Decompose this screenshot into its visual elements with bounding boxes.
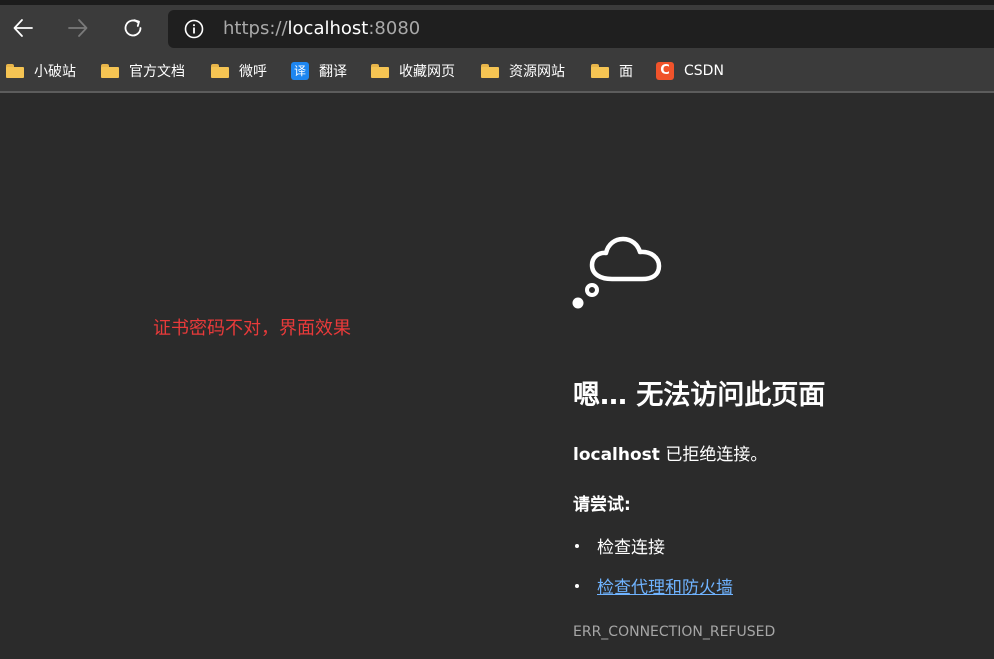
bookmark-label: 资源网站	[509, 64, 565, 80]
error-code: ERR_CONNECTION_REFUSED	[573, 624, 776, 640]
csdn-icon: C	[655, 62, 675, 80]
try-heading: 请尝试:	[573, 495, 631, 515]
error-host: localhost	[573, 445, 660, 465]
refresh-button[interactable]	[118, 13, 148, 43]
folder-icon	[590, 62, 610, 80]
bookmark-label: 官方文档	[129, 64, 185, 80]
url-host: localhost	[287, 18, 369, 39]
folder-icon	[5, 62, 25, 80]
bookmark-label: 小破站	[34, 64, 76, 80]
bookmark-csdn[interactable]: C CSDN	[655, 60, 724, 82]
bookmark-label: CSDN	[684, 63, 724, 79]
error-title: 嗯… 无法访问此页面	[573, 380, 826, 411]
bookmark-label: 收藏网页	[399, 64, 455, 80]
bullet-icon	[575, 543, 579, 548]
browser-toolbar: https://localhost:8080	[0, 5, 994, 51]
thought-cloud-icon	[570, 215, 670, 315]
error-description-suffix: 已拒绝连接。	[659, 445, 768, 465]
bookmark-translate[interactable]: 译 翻译	[290, 60, 347, 82]
folder-icon	[480, 62, 500, 80]
bookmark-resources[interactable]: 资源网站	[480, 60, 565, 82]
error-description: localhost 已拒绝连接。	[573, 440, 767, 465]
suggestion-text: 检查连接	[597, 538, 665, 558]
bookmark-label: 面	[619, 64, 633, 80]
url-text[interactable]: https://localhost:8080	[223, 19, 420, 39]
bookmarks-divider	[0, 91, 994, 93]
url-scheme: https://	[223, 18, 288, 39]
bullet-icon	[575, 583, 579, 588]
back-button[interactable]	[8, 13, 38, 43]
translate-icon: 译	[290, 62, 310, 80]
info-icon	[184, 19, 204, 39]
folder-icon	[100, 62, 120, 80]
check-proxy-link[interactable]: 检查代理和防火墙	[597, 573, 733, 598]
refresh-icon	[124, 19, 142, 37]
site-info-button[interactable]	[184, 19, 204, 39]
folder-icon	[370, 62, 390, 80]
forward-button[interactable]	[63, 13, 93, 43]
arrow-left-icon	[13, 19, 33, 37]
bookmark-label: 微呼	[239, 64, 267, 80]
bookmarks-bar: 小破站 官方文档 微呼 译 翻译 收藏网页 资源网站 面 C CSDN	[0, 51, 994, 91]
address-bar[interactable]: https://localhost:8080	[168, 10, 994, 48]
bookmark-mian[interactable]: 面	[590, 60, 633, 82]
bookmark-weihu[interactable]: 微呼	[210, 60, 267, 82]
arrow-right-icon	[68, 19, 88, 37]
bookmark-official-docs[interactable]: 官方文档	[100, 60, 185, 82]
suggestion-check-connection: 检查连接	[573, 533, 665, 558]
folder-icon	[210, 62, 230, 80]
bookmark-favorites[interactable]: 收藏网页	[370, 60, 455, 82]
url-port: :8080	[368, 18, 421, 39]
annotation-text: 证书密码不对，界面效果	[153, 318, 351, 339]
bookmark-xiaopozhan[interactable]: 小破站	[5, 60, 76, 82]
bookmark-label: 翻译	[319, 64, 347, 80]
suggestion-check-proxy: 检查代理和防火墙	[573, 573, 733, 598]
